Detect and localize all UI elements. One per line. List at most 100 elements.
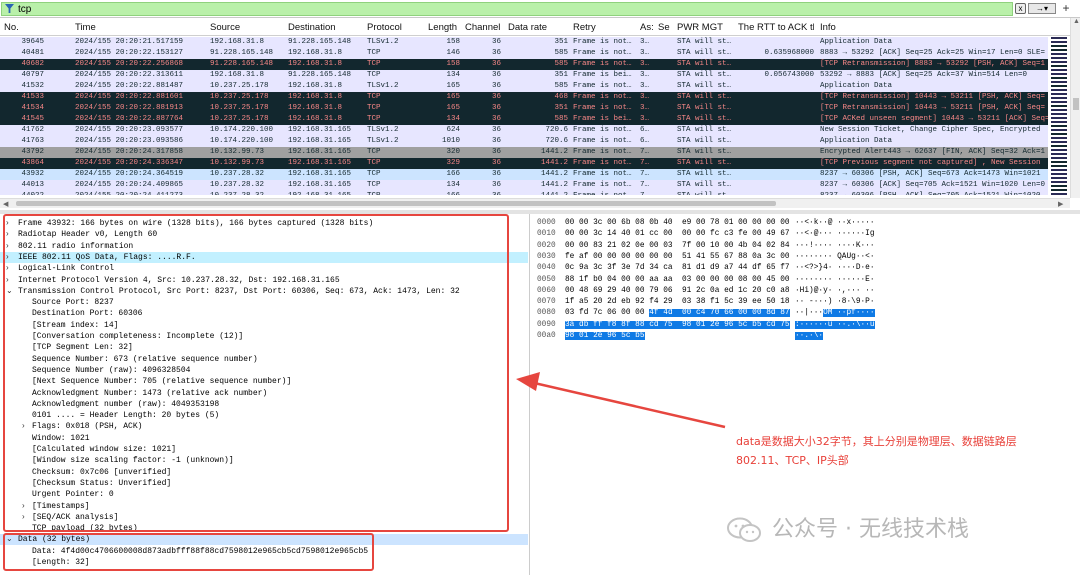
packet-list-horizontal-scrollbar[interactable]: ◀ ▶ xyxy=(0,198,1070,208)
minimap-stripe xyxy=(1051,177,1067,179)
packet-row[interactable]: 39645 2024/155 20:20:21.517159 192.168.31.… xyxy=(0,37,1048,48)
packet-cell-dst: 192.168.31.8 xyxy=(288,93,343,101)
packet-cell-proto: TLSv1.2 xyxy=(367,137,399,145)
byte-hex[interactable]: 00 00 3c 14 40 01 cc 00 00 00 fc c3 fe 0… xyxy=(565,229,790,240)
packet-cell-as: 7… xyxy=(640,181,650,189)
packet-row[interactable]: 41762 2024/155 20:20:23.093577 10.174.220.… xyxy=(0,125,1048,136)
byte-ascii[interactable]: :······u ··.·\··u xyxy=(795,320,875,331)
byte-ascii[interactable]: ··<?>}4· ····D·e· xyxy=(795,263,875,274)
col-header-protocol[interactable]: Protocol xyxy=(367,22,402,33)
col-header-length[interactable]: Length xyxy=(428,22,457,33)
col-header-channel[interactable]: Channel xyxy=(465,22,500,33)
packet-cell-time: 2024/155 20:20:24.364519 xyxy=(75,170,184,178)
byte-hex[interactable]: 98 01 2e 96 5c b5 xyxy=(565,331,645,342)
packet-cell-src: 10.237.25.178 xyxy=(210,104,269,112)
byte-hex[interactable]: 00 48 69 29 40 00 79 06 91 2c 0a ed 1c 2… xyxy=(565,286,790,297)
packet-row[interactable]: 43792 2024/155 20:20:24.317858 10.132.99.7… xyxy=(0,147,1048,158)
packet-row[interactable]: 40682 2024/155 20:20:22.256868 91.228.165.… xyxy=(0,59,1048,70)
minimap-stripe xyxy=(1051,137,1067,139)
scroll-up-icon[interactable]: ▲ xyxy=(1073,18,1080,25)
packet-cell-rate: 585 xyxy=(554,82,568,90)
packet-cell-pwr: STA will st… xyxy=(677,148,732,156)
scroll-left-icon[interactable]: ◀ xyxy=(3,200,8,208)
add-filter-button[interactable]: + xyxy=(1060,2,1072,14)
col-header-pwr-mgt[interactable]: PWR MGT xyxy=(677,22,723,33)
display-filter-input[interactable] xyxy=(2,3,1012,15)
col-header-source[interactable]: Source xyxy=(210,22,240,33)
packet-cell-ch: 36 xyxy=(491,115,501,123)
byte-hex[interactable]: 00 00 83 21 02 0e 00 03 7f 00 10 00 4b 0… xyxy=(565,241,790,252)
packet-cell-proto: TCP xyxy=(367,191,425,195)
packet-cell-retry: Frame is not… xyxy=(573,126,632,134)
packet-row[interactable]: 41534 2024/155 20:20:22.881913 10.237.25.1… xyxy=(0,103,1048,114)
packet-row[interactable]: 44022 2024/155 20:20:24.411273 10.237.28.3… xyxy=(0,191,1048,195)
packet-cell-rtt: 0.056743000 xyxy=(764,71,814,79)
byte-ascii[interactable]: ·Hi)@·y· ·,··· ·· xyxy=(795,286,875,297)
clear-filter-button[interactable]: x xyxy=(1015,3,1026,14)
col-header-retry[interactable]: Retry xyxy=(573,22,596,33)
byte-ascii[interactable]: ··<·@··· ······Ig xyxy=(795,229,875,240)
col-header-destination[interactable]: Destination xyxy=(288,22,336,33)
col-header-info[interactable]: Info xyxy=(820,22,836,33)
byte-ascii[interactable]: ··<·k··@ ··x····· xyxy=(795,218,875,229)
byte-ascii[interactable]: ··.·\· xyxy=(795,331,824,342)
packet-cell-dst: 192.168.31.8 xyxy=(288,82,343,90)
col-header-rtt[interactable]: The RTT to ACK th xyxy=(738,22,814,33)
byte-ascii[interactable]: ········ ······E· xyxy=(795,275,875,286)
byte-ascii[interactable]: ···!···· ····K··· xyxy=(795,241,875,252)
packet-cell-src: 10.132.99.73 xyxy=(210,148,265,156)
packet-cell-dst: 192.168.31.8 xyxy=(288,115,343,123)
byte-hex-plain: 00 00 3c 14 40 01 cc 00 00 00 fc c3 fe 0… xyxy=(565,230,790,239)
packet-row[interactable]: 41545 2024/155 20:20:22.887764 10.237.25.1… xyxy=(0,114,1048,125)
col-header-time[interactable]: Time xyxy=(75,22,96,33)
packet-row[interactable]: 40797 2024/155 20:20:22.313611 192.168.31.… xyxy=(0,70,1048,81)
byte-offset: 0020 xyxy=(537,241,556,250)
byte-ascii[interactable]: ·· -···) ·8·\9·P· xyxy=(795,297,875,308)
byte-ascii-plain: ···!···· ····K··· xyxy=(795,241,875,250)
horizontal-scroll-thumb[interactable] xyxy=(16,201,776,206)
packet-minimap[interactable] xyxy=(1048,37,1070,195)
packet-row[interactable]: 41533 2024/155 20:20:22.881601 10.237.25.1… xyxy=(0,92,1048,103)
display-filter-box[interactable] xyxy=(1,2,1013,16)
byte-hex[interactable]: 00 00 3c 00 6b 08 0b 40 e9 00 78 01 00 0… xyxy=(565,218,790,229)
byte-hex-plain: 03 fd 7c 06 00 00 xyxy=(565,309,650,318)
byte-hex[interactable]: 0c 9a 3c 3f 3e 7d 34 ca 81 d1 d9 a7 44 d… xyxy=(565,263,790,274)
minimap-stripe xyxy=(1051,81,1067,83)
byte-hex[interactable]: 3a db ff f8 8f 88 cd 75 98 01 2e 96 5c b… xyxy=(565,320,790,331)
scroll-thumb[interactable] xyxy=(1073,98,1079,110)
byte-hex[interactable]: 03 fd 7c 06 00 00 4f 4d 00 c4 70 66 00 0… xyxy=(565,308,790,319)
packet-cell-src: 10.237.28.32 xyxy=(210,170,265,178)
packet-cell-retry: Frame is not… xyxy=(573,170,632,178)
packet-cell-no: 44022 xyxy=(4,191,44,195)
packet-row[interactable]: 41763 2024/155 20:20:23.093586 10.174.220.… xyxy=(0,136,1048,147)
packet-cell-pwr: STA will st… xyxy=(677,82,732,90)
packet-cell-ch: 36 xyxy=(465,191,501,195)
byte-hex[interactable]: fe af 00 00 00 00 00 00 51 41 55 67 88 0… xyxy=(565,252,790,263)
byte-ascii[interactable]: ········ QAUg··<· xyxy=(795,252,875,263)
packet-row[interactable]: 41532 2024/155 20:20:22.881487 10.237.25.1… xyxy=(0,81,1048,92)
scroll-right-icon[interactable]: ▶ xyxy=(1058,200,1063,208)
minimap-stripe xyxy=(1051,129,1067,131)
col-header-data-rate[interactable]: Data rate xyxy=(508,22,547,33)
packet-cell-no: 41533 xyxy=(21,93,44,101)
packet-cell-info: Application Data xyxy=(820,38,893,46)
minimap-stripe xyxy=(1051,181,1067,183)
minimap-stripe xyxy=(1051,161,1067,163)
col-header-assoc[interactable]: As: xyxy=(640,22,656,33)
packet-cell-dst: 192.168.31.165 xyxy=(288,159,352,167)
byte-hex[interactable]: 1f a5 20 2d eb 92 f4 29 03 38 f1 5c 39 e… xyxy=(565,297,790,308)
packet-row[interactable]: 43864 2024/155 20:20:24.336347 10.132.99.7… xyxy=(0,158,1048,169)
byte-ascii[interactable]: ··|···OM ··pf···· xyxy=(795,308,875,319)
packet-cell-info: [TCP Previous segment not captured] , Ne… xyxy=(820,159,1041,167)
packet-row[interactable]: 43932 2024/155 20:20:24.364519 10.237.28.3… xyxy=(0,169,1048,180)
apply-filter-button[interactable]: →▾ xyxy=(1028,3,1056,14)
minimap-stripe xyxy=(1051,173,1067,175)
packet-cell-info: New Session Ticket, Change Cipher Spec, … xyxy=(820,126,1041,134)
byte-hex[interactable]: 88 1f b0 04 00 00 aa aa 03 00 00 00 08 0… xyxy=(565,275,790,286)
packet-row[interactable]: 44013 2024/155 20:20:24.409865 10.237.28.3… xyxy=(0,180,1048,191)
col-header-no[interactable]: No. xyxy=(4,22,19,33)
col-header-seq[interactable]: Se xyxy=(658,22,672,33)
packet-list-vertical-scrollbar[interactable]: ▲ xyxy=(1070,18,1080,198)
packet-row[interactable]: 40481 2024/155 20:20:22.153127 91.228.165.… xyxy=(0,48,1048,59)
packet-list[interactable]: 39645 2024/155 20:20:21.517159 192.168.31.… xyxy=(0,37,1048,195)
